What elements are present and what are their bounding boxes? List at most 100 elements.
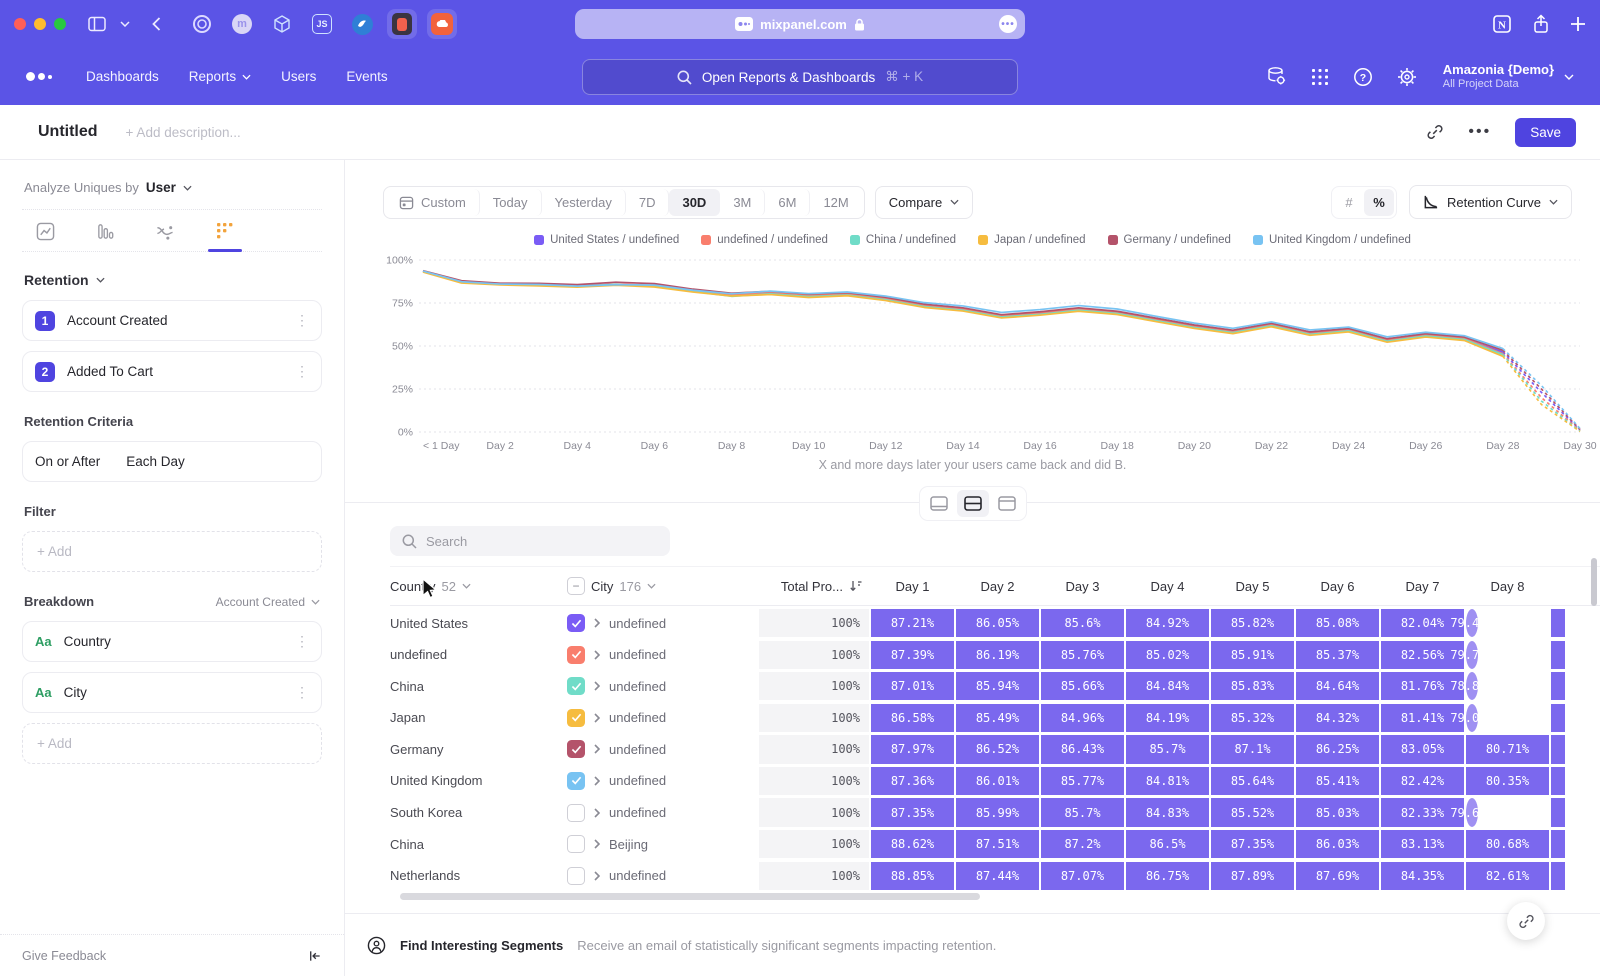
city-column-header[interactable]: − City176 [567,577,757,595]
retention-cell[interactable]: 84.19% [1126,704,1209,732]
layout-chart-focus-icon[interactable] [923,490,955,517]
table-row[interactable]: Germanyundefined100%87.97%86.52%86.43%85… [390,735,1600,763]
retention-cell[interactable]: 87.97% [871,735,954,763]
add-filter-button[interactable]: + Add [22,531,322,572]
retention-cell[interactable]: 86.52% [956,735,1039,763]
report-title[interactable]: Untitled [38,123,98,141]
retention-cell[interactable]: 84.32% [1296,704,1379,732]
retention-cell[interactable]: 83.05% [1381,735,1464,763]
nav-dashboards[interactable]: Dashboards [86,69,159,84]
retention-cell[interactable]: 87.01% [871,672,954,700]
row-checkbox[interactable] [567,677,585,695]
minimize-window-icon[interactable] [34,18,46,30]
select-all-checkbox[interactable]: − [567,577,585,595]
table-row[interactable]: undefinedundefined100%87.39%86.19%85.76%… [390,641,1600,669]
row-checkbox[interactable] [567,740,585,758]
share-icon[interactable] [1532,14,1550,34]
expand-row-icon[interactable] [594,871,600,881]
chart-type-select[interactable]: Retention Curve [1409,185,1572,219]
vertical-scrollbar[interactable] [1591,558,1597,606]
total-column-header[interactable]: Total Pro... [759,579,869,594]
retention-cell[interactable]: 85.6% [1041,609,1124,637]
copy-link-icon[interactable] [1426,123,1444,141]
expand-row-icon[interactable] [594,776,600,786]
legend-item[interactable]: China / undefined [850,234,956,246]
table-search-input[interactable] [426,534,626,549]
retention-section-title[interactable]: Retention [24,272,89,288]
kebab-menu-icon[interactable]: ⋮ [295,684,309,701]
retention-cell[interactable]: 79.77% [1466,641,1478,669]
tab-flows[interactable] [148,222,182,251]
retention-cell[interactable]: 85.41% [1296,767,1379,795]
retention-cell[interactable]: 84.96% [1041,704,1124,732]
legend-item[interactable]: United States / undefined [534,234,679,246]
legend-item[interactable]: undefined / undefined [701,234,828,246]
kebab-menu-icon[interactable]: ⋮ [295,633,309,650]
extension-cube-icon[interactable] [267,9,297,39]
extension-bird-icon[interactable] [347,9,377,39]
retention-chart[interactable]: 0%25%50%75%100%< 1 DayDay 2Day 4Day 6Day… [345,248,1600,458]
country-column-header[interactable]: Country52 [390,579,565,594]
extension-target-icon[interactable] [187,9,217,39]
retention-cell[interactable]: 86.03% [1296,830,1379,858]
nav-reports[interactable]: Reports [189,69,251,84]
close-window-icon[interactable] [14,18,26,30]
legend-item[interactable]: United Kingdom / undefined [1253,234,1411,246]
table-row[interactable]: United Statesundefined100%87.21%86.05%85… [390,609,1600,637]
row-checkbox[interactable] [567,772,585,790]
layout-table-focus-icon[interactable] [991,490,1023,517]
retention-cell[interactable]: 84.84% [1126,672,1209,700]
day-column-header[interactable]: Day 2 [956,579,1039,594]
expand-row-icon[interactable] [594,808,600,818]
retention-step-1[interactable]: 1 Account Created ⋮ [22,300,322,341]
retention-cell[interactable]: 84.81% [1126,767,1209,795]
add-description[interactable]: + Add description... [126,125,241,140]
retention-cell[interactable]: 88.85% [871,862,954,890]
retention-cell[interactable]: 85.37% [1296,641,1379,669]
retention-criteria-card[interactable]: On or After Each Day [22,441,322,482]
layout-split-icon[interactable] [957,490,989,517]
retention-cell[interactable]: 87.69% [1296,862,1379,890]
legend-item[interactable]: Germany / undefined [1108,234,1231,246]
segments-title[interactable]: Find Interesting Segments [400,938,563,953]
day-column-header[interactable]: Day 3 [1041,579,1124,594]
retention-cell[interactable]: 87.21% [871,609,954,637]
notion-icon[interactable]: N [1492,14,1512,34]
breakdown-event-select[interactable]: Account Created [216,595,320,609]
row-checkbox[interactable] [567,614,585,632]
table-row[interactable]: South Koreaundefined100%87.35%85.99%85.7… [390,798,1600,826]
retention-cell[interactable]: 85.76% [1041,641,1124,669]
retention-cell[interactable]: 79.62% [1466,798,1478,826]
retention-cell[interactable]: 84.83% [1126,798,1209,826]
expand-row-icon[interactable] [594,650,600,660]
retention-cell[interactable]: 85.99% [956,798,1039,826]
retention-cell[interactable]: 85.82% [1211,609,1294,637]
retention-step-2[interactable]: 2 Added To Cart ⋮ [22,351,322,392]
add-breakdown-button[interactable]: + Add [22,723,322,764]
save-button[interactable]: Save [1515,118,1576,147]
range-yesterday[interactable]: Yesterday [542,189,626,216]
expand-row-icon[interactable] [594,713,600,723]
row-checkbox[interactable] [567,646,585,664]
address-bar[interactable]: mixpanel.com ••• [575,9,1025,39]
global-search[interactable]: Open Reports & Dashboards ⌘ + K [582,59,1018,95]
retention-cell[interactable]: 84.64% [1296,672,1379,700]
retention-cell[interactable]: 86.05% [956,609,1039,637]
back-icon[interactable] [152,17,161,31]
tab-funnels[interactable] [88,222,122,251]
retention-cell[interactable]: 82.61% [1466,862,1549,890]
extension-record-icon[interactable] [387,9,417,39]
day-column-header[interactable]: Day 7 [1381,579,1464,594]
row-checkbox[interactable] [567,709,585,727]
retention-cell[interactable]: 78.87% [1466,672,1478,700]
extension-m-icon[interactable]: m [227,9,257,39]
expand-row-icon[interactable] [594,618,600,628]
nav-events[interactable]: Events [346,69,387,84]
retention-cell[interactable]: 85.77% [1041,767,1124,795]
retention-cell[interactable]: 85.94% [956,672,1039,700]
retention-cell[interactable]: 86.43% [1041,735,1124,763]
range-3m[interactable]: 3M [720,189,765,216]
retention-cell[interactable]: 80.35% [1466,767,1549,795]
new-tab-icon[interactable] [1570,16,1586,32]
expand-row-icon[interactable] [594,744,600,754]
